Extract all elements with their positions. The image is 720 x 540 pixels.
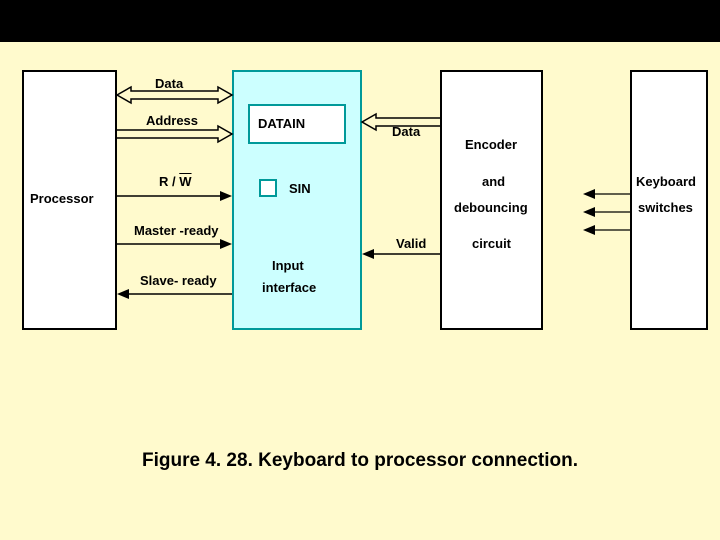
slave-ready-label: Slave- ready xyxy=(140,273,217,288)
master-ready-label: Master -ready xyxy=(134,223,219,238)
slave-ready-line xyxy=(117,288,232,300)
data-right-arrow xyxy=(362,113,440,131)
figure-caption: Figure 4. 28. Keyboard to processor conn… xyxy=(0,450,720,472)
rw-label: R / W xyxy=(159,174,192,189)
debouncing-label: debouncing xyxy=(454,200,528,215)
datain-label: DATAIN xyxy=(258,116,305,131)
kb-wire-2 xyxy=(543,206,630,218)
circuit-label: circuit xyxy=(472,236,511,251)
title-bar xyxy=(0,0,720,42)
processor-caption: Processor xyxy=(30,191,94,206)
rw-prefix: R / xyxy=(159,174,176,189)
input-text: Input xyxy=(272,258,304,273)
encoder-label: Encoder xyxy=(465,137,517,152)
switches-label: switches xyxy=(638,200,693,215)
kb-wire-1 xyxy=(543,188,630,200)
address-arrow xyxy=(117,125,232,143)
and-label: and xyxy=(482,174,505,189)
rw-line xyxy=(117,190,232,202)
kb-wire-3 xyxy=(543,224,630,236)
data-bus-arrow xyxy=(117,86,232,104)
valid-line xyxy=(362,248,440,260)
interface-text: interface xyxy=(262,280,316,295)
master-ready-line xyxy=(117,238,232,250)
keyboard-label: Keyboard xyxy=(636,174,696,189)
sin-bit xyxy=(259,179,277,197)
sin-label: SIN xyxy=(289,181,311,196)
rw-bar: W xyxy=(179,174,191,189)
